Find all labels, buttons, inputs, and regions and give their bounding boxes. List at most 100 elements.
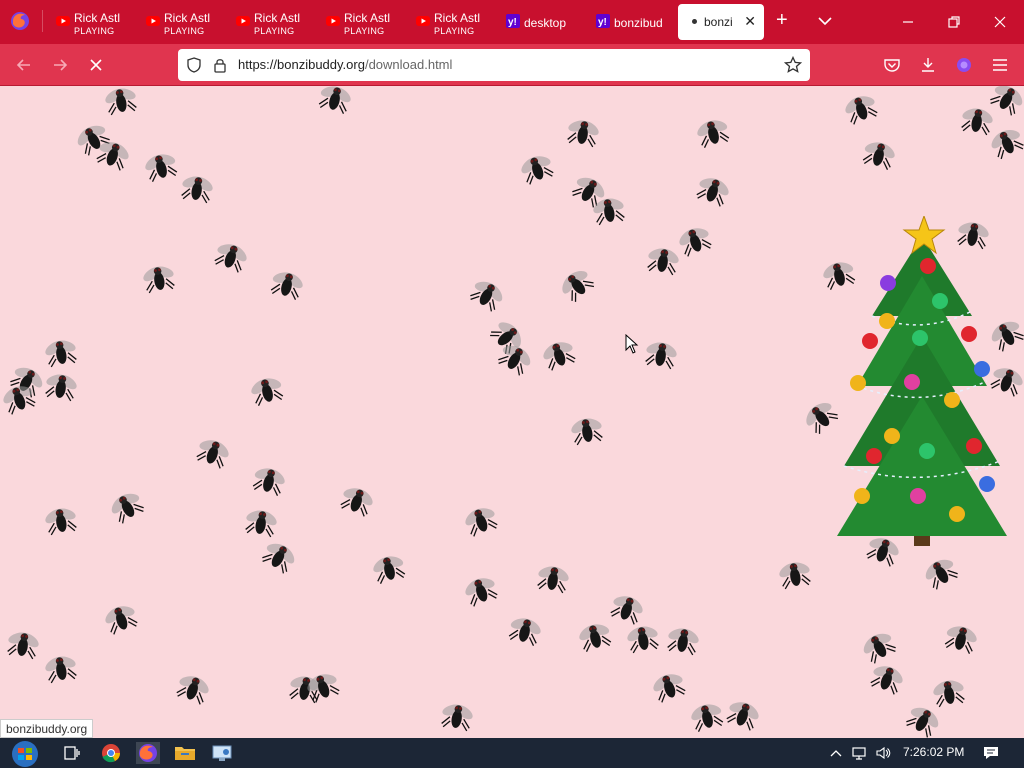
fly-icon [42, 653, 80, 685]
tab-youtube-3[interactable]: Rick Astl PLAYING [228, 4, 316, 40]
restore-icon[interactable] [944, 12, 964, 32]
minimize-icon[interactable] [898, 12, 918, 32]
fly-icon [337, 483, 378, 519]
volume-icon[interactable] [875, 745, 891, 761]
fly-icon [193, 435, 234, 471]
bookmark-star-icon[interactable] [784, 56, 802, 74]
tab-title: Rick Astl [434, 11, 481, 25]
tab-separator [42, 10, 43, 32]
fly-icon [687, 700, 727, 734]
svg-text:y!: y! [508, 17, 517, 28]
tab-title: bonzibud [614, 16, 663, 30]
tab-playing-label: PLAYING [164, 26, 205, 36]
youtube-icon [236, 16, 250, 26]
tab-close-icon[interactable]: ✕ [744, 13, 756, 30]
fly-icon [556, 264, 599, 306]
chevron-up-icon[interactable] [828, 745, 844, 761]
fly-icon [267, 268, 307, 302]
tab-title: bonzi [704, 15, 733, 29]
task-view-icon[interactable] [60, 742, 84, 764]
chrome-icon[interactable] [99, 742, 123, 764]
fly-icon [42, 337, 80, 369]
tab-playing-label: PLAYING [74, 26, 115, 36]
fly-icon [303, 669, 344, 705]
fly-icon [140, 263, 178, 295]
fly-icon [664, 625, 702, 657]
tab-title: desktop [524, 16, 567, 30]
tab-yahoo-desktop[interactable]: y! desktop [498, 4, 586, 40]
forward-arrow-icon[interactable] [50, 55, 70, 75]
fly-icon [642, 339, 680, 371]
fly-icon [141, 150, 181, 184]
mouse-cursor-icon [625, 334, 639, 354]
fly-icon [438, 701, 476, 733]
url-path: /download.html [364, 57, 453, 72]
tab-strip: Rick Astl PLAYING Rick Astl PLAYING Rick… [0, 0, 1024, 44]
fly-icon [607, 591, 648, 627]
fly-icon [42, 371, 80, 403]
notification-center-icon[interactable] [982, 745, 1000, 761]
fly-icon [693, 116, 733, 150]
fly-icon [101, 601, 142, 637]
fly-icon [102, 86, 140, 117]
hamburger-menu-icon[interactable] [990, 55, 1010, 75]
chevron-down-icon[interactable] [816, 12, 834, 30]
fly-icon [867, 661, 908, 697]
remote-desktop-icon[interactable] [210, 742, 234, 764]
file-explorer-icon[interactable] [173, 742, 197, 764]
tab-title: Rick Astl [254, 11, 301, 25]
tab-title: Rick Astl [164, 11, 211, 25]
tracking-protection-shield-icon[interactable] [186, 57, 202, 73]
fly-icon [461, 573, 502, 609]
fly-icon [369, 552, 409, 586]
tab-youtube-1[interactable]: Rick Astl PLAYING [48, 4, 136, 40]
taskbar-clock[interactable]: 7:26:02 PM [903, 745, 964, 759]
close-icon[interactable] [990, 12, 1010, 32]
fly-icon [249, 464, 289, 498]
address-bar[interactable]: https://bonzibuddy.org/download.html [178, 49, 810, 81]
fly-icon [173, 671, 214, 707]
tab-youtube-4[interactable]: Rick Astl PLAYING [318, 4, 406, 40]
firefox-menu-icon[interactable] [10, 11, 30, 31]
fly-icon [575, 620, 615, 654]
youtube-icon [146, 16, 160, 26]
fly-icon [568, 415, 606, 447]
lock-icon[interactable] [212, 57, 228, 73]
extension-icon[interactable] [954, 55, 974, 75]
tab-title: Rick Astl [344, 11, 391, 25]
tab-title: Rick Astl [74, 11, 121, 25]
tab-yahoo-bonzibuddy[interactable]: y! bonzibud [588, 4, 676, 40]
pocket-icon[interactable] [882, 55, 902, 75]
fly-icon [242, 507, 280, 539]
fly-icon [649, 669, 690, 705]
firefox-icon[interactable] [136, 742, 160, 764]
network-icon[interactable] [851, 745, 867, 761]
tab-playing-label: PLAYING [434, 26, 475, 36]
downloads-icon[interactable] [918, 55, 938, 75]
fly-icon [624, 623, 662, 655]
fly-icon [534, 563, 572, 595]
fly-icon [930, 677, 968, 709]
yahoo-icon: y! [596, 14, 610, 28]
yahoo-icon: y! [506, 14, 520, 28]
fly-icon [841, 91, 882, 127]
tab-active-bonzi[interactable]: bonzi ✕ [678, 4, 764, 40]
start-button-icon[interactable] [6, 740, 44, 768]
stop-loading-icon[interactable] [86, 55, 106, 75]
fly-icon [590, 195, 628, 227]
tab-youtube-5[interactable]: Rick Astl PLAYING [408, 4, 496, 40]
new-tab-button[interactable]: + [776, 10, 788, 30]
back-arrow-icon[interactable] [14, 55, 34, 75]
christmas-tree-image [837, 216, 1007, 546]
youtube-icon [326, 16, 340, 26]
fly-icon [247, 374, 287, 408]
fly-icon [675, 223, 716, 259]
tab-playing-label: PLAYING [254, 26, 295, 36]
fly-icon [941, 622, 981, 656]
fly-icon [517, 151, 558, 187]
tab-playing-label: PLAYING [344, 26, 385, 36]
fly-icon [858, 627, 900, 667]
navigation-toolbar: https://bonzibuddy.org/download.html [0, 44, 1024, 86]
tab-youtube-2[interactable]: Rick Astl PLAYING [138, 4, 226, 40]
url-text[interactable]: https://bonzibuddy.org/download.html [238, 57, 452, 72]
